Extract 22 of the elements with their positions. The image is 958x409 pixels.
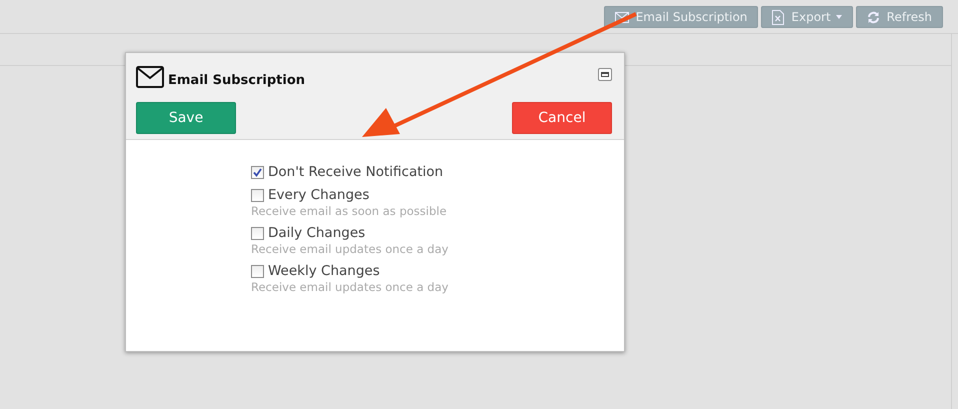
option-label: Don't Receive Notification xyxy=(268,164,444,180)
option-description: Receive email as soon as possible xyxy=(251,204,448,218)
checkbox[interactable] xyxy=(251,166,264,178)
refresh-icon xyxy=(866,10,880,24)
option-label: Daily Changes xyxy=(268,225,366,241)
checkbox[interactable] xyxy=(251,188,264,202)
option-label: Weekly Changes xyxy=(268,263,380,279)
toolbar-button[interactable]: Export xyxy=(761,6,853,28)
toolbar-button[interactable]: Email Subscription xyxy=(604,6,758,28)
toolbar-button[interactable]: Refresh xyxy=(856,6,943,28)
maximize-button[interactable] xyxy=(598,68,612,80)
spreadsheet-icon xyxy=(772,10,784,24)
mail-icon xyxy=(614,12,629,22)
cancel-button[interactable]: Cancel xyxy=(512,102,612,134)
option-label: Every Changes xyxy=(268,187,370,203)
dialog-title: Email Subscription xyxy=(168,72,306,88)
save-button[interactable]: Save xyxy=(136,102,236,134)
option-description: Receive email updates once a day xyxy=(251,280,450,294)
checkbox[interactable] xyxy=(251,264,264,278)
mail-icon xyxy=(136,66,164,88)
checkbox[interactable] xyxy=(251,226,264,240)
option-description: Receive email updates once a day xyxy=(251,242,450,256)
